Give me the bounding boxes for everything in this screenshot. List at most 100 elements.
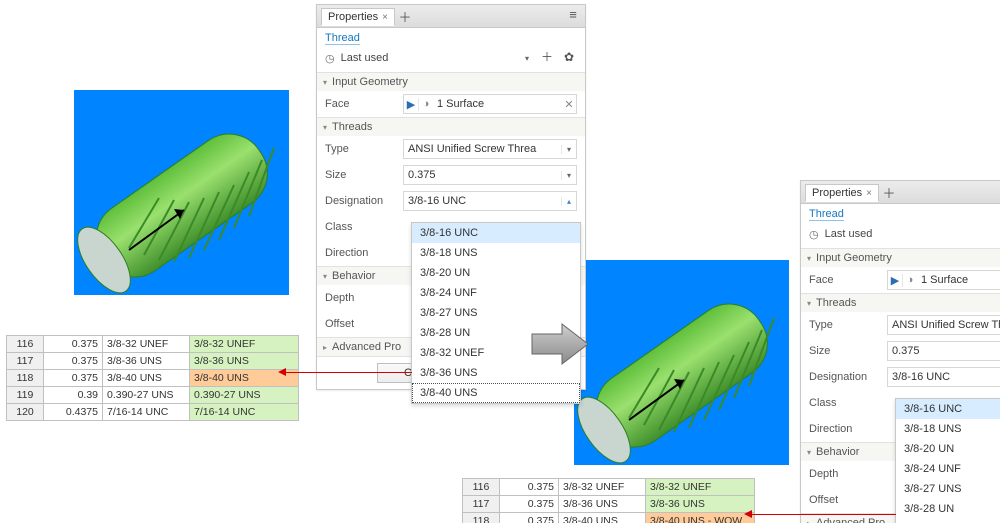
viewport-right[interactable] — [574, 260, 789, 465]
cell-designation-a[interactable]: 7/16-14 UNC — [103, 404, 190, 421]
cell-designation-a[interactable]: 3/8-32 UNEF — [103, 336, 190, 353]
chevron-down-icon: ▾ — [323, 123, 327, 132]
designation-option[interactable]: 3/8-18 UNS — [896, 419, 1000, 439]
section-input-geometry[interactable]: ▾Input Geometry — [801, 249, 1000, 267]
picker-icon[interactable]: ▶ — [888, 274, 903, 287]
designation-option[interactable]: 3/8-40 UNS — [412, 383, 580, 403]
cursor-icon: ◑ — [419, 98, 433, 110]
table-row[interactable]: 1160.3753/8-32 UNEF3/8-32 UNEF — [463, 479, 755, 496]
section-threads[interactable]: ▾ Threads — [801, 294, 1000, 312]
table-row[interactable]: 1200.43757/16-14 UNC7/16-14 UNC — [7, 404, 299, 421]
cursor-icon: ◑ — [903, 274, 917, 286]
label-class: Class — [809, 397, 887, 409]
cell-designation-a[interactable]: 3/8-32 UNEF — [559, 479, 646, 496]
section-title: Threads — [816, 297, 856, 309]
cell-designation-b[interactable]: 7/16-14 UNC — [190, 404, 299, 421]
cell-designation-b[interactable]: 3/8-32 UNEF — [646, 479, 755, 496]
tab-properties[interactable]: Properties× — [321, 8, 395, 26]
designation-option[interactable]: 3/8-16 UNC — [896, 399, 1000, 419]
section-input-geometry[interactable]: ▾Input Geometry — [317, 73, 585, 91]
clear-icon[interactable]: ✕ — [562, 98, 576, 111]
breadcrumb-thread[interactable]: Thread — [809, 208, 844, 221]
close-icon[interactable]: × — [866, 188, 872, 199]
row-number: 119 — [7, 387, 44, 404]
designation-option[interactable]: 3/8-27 UNS — [896, 479, 1000, 499]
cell-designation-a[interactable]: 3/8-36 UNS — [103, 353, 190, 370]
cell-size[interactable]: 0.375 — [500, 513, 559, 523]
table-row[interactable]: 1180.3753/8-40 UNS3/8-40 UNS - WOW — [463, 513, 755, 523]
label-designation: Designation — [325, 195, 403, 207]
section-title: Threads — [332, 121, 372, 133]
spreadsheet-right[interactable]: 1160.3753/8-32 UNEF3/8-32 UNEF1170.3753/… — [462, 478, 755, 523]
cell-designation-b[interactable]: 0.390-27 UNS — [190, 387, 299, 404]
designation-field[interactable]: 3/8-16 UNC▴ — [403, 191, 577, 211]
designation-dropdown-left[interactable]: 3/8-16 UNC3/8-18 UNS3/8-20 UN3/8-24 UNF 3… — [411, 222, 581, 404]
designation-option[interactable]: 3/8-28 UN — [896, 499, 1000, 519]
tab-label: Properties — [812, 187, 862, 199]
menu-icon[interactable]: ≡ — [565, 7, 581, 25]
size-field[interactable]: 0.375▾ — [887, 341, 1000, 361]
table-row[interactable]: 1180.3753/8-40 UNS3/8-40 UNS — [7, 370, 299, 387]
spreadsheet-left[interactable]: 1160.3753/8-32 UNEF3/8-32 UNEF1170.3753/… — [6, 335, 299, 421]
add-tab-icon[interactable]: ＋ — [397, 7, 413, 25]
designation-option[interactable]: 3/8-20 UN — [412, 263, 580, 283]
preset-add-icon[interactable]: ＋ — [539, 50, 555, 66]
face-field[interactable]: ▶◑1 Surface✕ — [403, 94, 577, 114]
row-number: 116 — [7, 336, 44, 353]
picker-icon[interactable]: ▶ — [404, 98, 419, 111]
tab-properties[interactable]: Properties × — [805, 184, 879, 202]
designation-option[interactable]: 3/8-18 UNS — [412, 243, 580, 263]
close-icon[interactable]: × — [382, 12, 388, 23]
size-field[interactable]: 0.375▾ — [403, 165, 577, 185]
chevron-down-icon[interactable]: ▾ — [561, 145, 576, 154]
label-face: Face — [325, 98, 403, 110]
cell-size[interactable]: 0.375 — [44, 336, 103, 353]
cell-size[interactable]: 0.375 — [500, 479, 559, 496]
table-row[interactable]: 1190.390.390-27 UNS0.390-27 UNS — [7, 387, 299, 404]
cell-designation-a[interactable]: 0.390-27 UNS — [103, 387, 190, 404]
clock-icon: ◷ — [809, 228, 819, 241]
type-field[interactable]: ANSI Unified Screw Threa▾ — [887, 315, 1000, 335]
chevron-up-icon[interactable]: ▴ — [561, 197, 576, 206]
breadcrumb-thread[interactable]: Thread — [325, 32, 360, 45]
row-number: 117 — [7, 353, 44, 370]
size-value: 0.375 — [888, 345, 1000, 357]
cell-size[interactable]: 0.4375 — [44, 404, 103, 421]
cell-designation-b[interactable]: 3/8-40 UNS - WOW — [646, 513, 755, 523]
transition-arrow-icon — [530, 320, 590, 371]
add-tab-icon[interactable]: ＋ — [881, 183, 897, 201]
cell-size[interactable]: 0.375 — [44, 353, 103, 370]
viewport-left[interactable] — [74, 90, 289, 295]
section-threads[interactable]: ▾ Threads — [317, 118, 585, 136]
type-field[interactable]: ANSI Unified Screw Threa▾ — [403, 139, 577, 159]
section-title: Advanced Pro — [816, 517, 885, 523]
table-row[interactable]: 1170.3753/8-36 UNS3/8-36 UNS — [7, 353, 299, 370]
chevron-right-icon: ▸ — [323, 343, 327, 352]
chevron-down-icon: ▾ — [807, 299, 811, 308]
cell-designation-a[interactable]: 3/8-40 UNS — [103, 370, 190, 387]
cell-size[interactable]: 0.39 — [44, 387, 103, 404]
cell-size[interactable]: 0.375 — [44, 370, 103, 387]
designation-option[interactable]: 3/8-20 UN — [896, 439, 1000, 459]
designation-dropdown-right[interactable]: 3/8-16 UNC3/8-18 UNS3/8-20 UN3/8-24 UNF3… — [895, 398, 1000, 523]
cell-size[interactable]: 0.375 — [500, 496, 559, 513]
cell-designation-a[interactable]: 3/8-36 UNS — [559, 496, 646, 513]
chevron-down-icon[interactable]: ▾ — [561, 171, 576, 180]
cell-designation-b[interactable]: 3/8-32 UNEF — [190, 336, 299, 353]
cell-designation-a[interactable]: 3/8-40 UNS — [559, 513, 646, 523]
chevron-down-icon: ▾ — [323, 78, 327, 87]
face-field[interactable]: ▶◑1 Surface✕ — [887, 270, 1000, 290]
cell-designation-b[interactable]: 3/8-36 UNS — [646, 496, 755, 513]
table-row[interactable]: 1160.3753/8-32 UNEF3/8-32 UNEF — [7, 336, 299, 353]
cell-designation-b[interactable]: 3/8-36 UNS — [190, 353, 299, 370]
preset-settings-icon[interactable]: ✿ — [561, 50, 577, 66]
designation-option[interactable]: 3/8-16 UNC — [412, 223, 580, 243]
preset-row: ◷ Last used ▾ ＋ ✿ — [317, 46, 585, 72]
table-row[interactable]: 1170.3753/8-36 UNS3/8-36 UNS — [463, 496, 755, 513]
designation-option[interactable]: 3/8-24 UNF — [896, 459, 1000, 479]
designation-option[interactable]: 3/8-32 UNEF — [896, 519, 1000, 523]
preset-dropdown-icon[interactable]: ▾ — [521, 54, 533, 63]
section-title: Behavior — [816, 446, 859, 458]
designation-option[interactable]: 3/8-24 UNF — [412, 283, 580, 303]
designation-field[interactable]: 3/8-16 UNC▴ — [887, 367, 1000, 387]
